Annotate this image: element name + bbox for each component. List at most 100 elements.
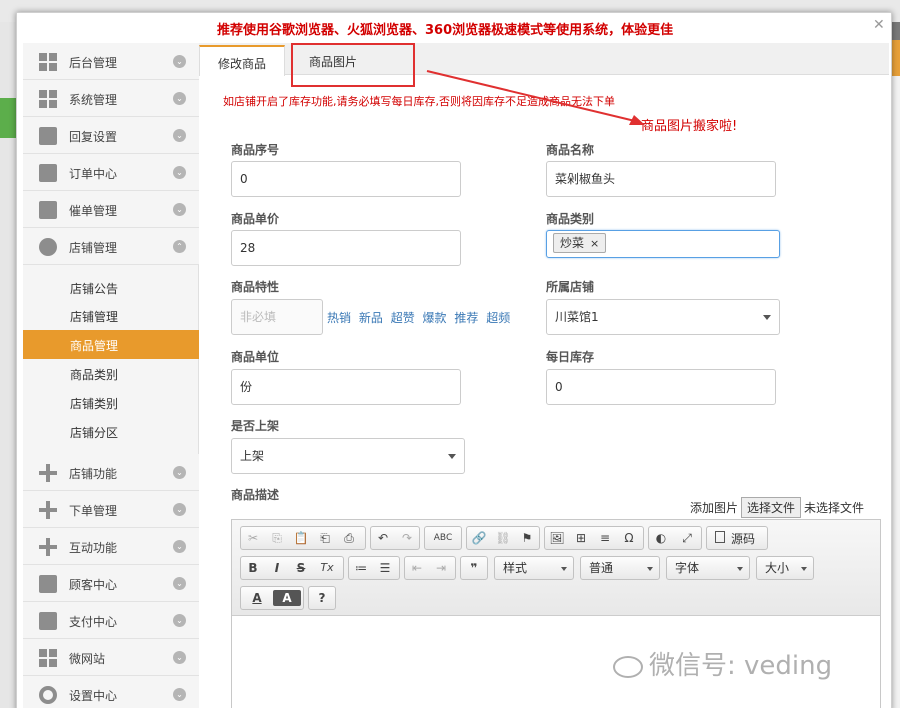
sidebar-item-backend[interactable]: 后台管理 ⌄ bbox=[23, 43, 199, 80]
stock-input[interactable]: 0 bbox=[546, 369, 776, 405]
choose-file-button[interactable]: 选择文件 bbox=[741, 497, 802, 518]
close-icon[interactable]: ✕ bbox=[873, 17, 885, 33]
grid-icon bbox=[39, 649, 57, 667]
spellcheck-icon[interactable]: ABC bbox=[427, 528, 459, 548]
sidebar-item-store[interactable]: 店铺管理 ⌃ bbox=[23, 228, 199, 265]
image-upload-row: 添加图片 选择文件 未选择文件 bbox=[690, 497, 864, 518]
sidebar-item-reply[interactable]: 回复设置 ⌄ bbox=[23, 117, 199, 154]
plus-icon bbox=[39, 501, 57, 519]
anchor-flag-icon[interactable]: ⚑ bbox=[517, 528, 537, 548]
format-dropdown[interactable]: 普通 bbox=[580, 556, 660, 580]
chevron-down-icon: ⌄ bbox=[173, 466, 186, 479]
cut-icon[interactable]: ✂ bbox=[243, 528, 263, 548]
sidebar-item-settings[interactable]: 设置中心 ⌄ bbox=[23, 676, 199, 708]
watermark: 微信号: veding bbox=[613, 645, 832, 682]
special-char-icon[interactable]: Ω bbox=[619, 528, 639, 548]
feature-link[interactable]: 爆款 bbox=[423, 311, 447, 325]
feature-link[interactable]: 超频 bbox=[486, 311, 510, 325]
sidebar-item-microsite[interactable]: 微网站 ⌄ bbox=[23, 639, 199, 676]
link-icon[interactable]: 🔗 bbox=[469, 528, 489, 548]
category-tag-input[interactable]: 炒菜 × bbox=[546, 230, 780, 258]
horizontal-rule-icon[interactable]: ≡ bbox=[595, 528, 615, 548]
add-image-label: 添加图片 bbox=[690, 501, 739, 515]
strikethrough-icon[interactable]: S bbox=[291, 558, 311, 578]
sidebar-item-system[interactable]: 系统管理 ⌄ bbox=[23, 80, 199, 117]
feature-link[interactable]: 超赞 bbox=[391, 311, 415, 325]
store-label: 所属店铺 bbox=[546, 280, 595, 294]
sidebar-item-orders[interactable]: 订单中心 ⌄ bbox=[23, 154, 199, 191]
bold-icon[interactable]: B bbox=[243, 558, 263, 578]
sidebar-item-interaction[interactable]: 互动功能 ⌄ bbox=[23, 528, 199, 565]
feature-link[interactable]: 推荐 bbox=[454, 311, 478, 325]
annotation-highlight-box bbox=[291, 43, 415, 87]
sidebar-item-reminders[interactable]: 催单管理 ⌄ bbox=[23, 191, 199, 228]
shelf-select[interactable]: 上架 bbox=[231, 438, 465, 474]
sidebar-item-store-functions[interactable]: 店铺功能 ⌄ bbox=[23, 454, 199, 491]
styles-dropdown[interactable]: 样式 bbox=[494, 556, 574, 580]
source-label: 源码 bbox=[731, 532, 756, 546]
table-icon[interactable]: ⊞ bbox=[571, 528, 591, 548]
sidebar-item-label: 订单中心 bbox=[69, 167, 118, 181]
italic-icon[interactable]: I bbox=[267, 558, 287, 578]
store-select[interactable]: 川菜馆1 bbox=[546, 299, 780, 335]
feature-link[interactable]: 热销 bbox=[327, 311, 351, 325]
maximize-icon[interactable]: ⤢ bbox=[677, 528, 697, 548]
sidebar-item-label: 店铺功能 bbox=[69, 467, 118, 481]
help-icon[interactable]: ? bbox=[312, 588, 332, 608]
unit-label: 商品单位 bbox=[231, 350, 280, 364]
wechat-icon bbox=[613, 655, 643, 678]
caret-down-icon bbox=[763, 315, 771, 320]
sidebar-sub-store-manage[interactable]: 店铺管理 bbox=[23, 301, 199, 330]
outdent-icon[interactable]: ⇤ bbox=[407, 558, 427, 578]
source-button[interactable]: 源码 bbox=[706, 526, 768, 550]
sidebar-sub-product-category[interactable]: 商品类别 bbox=[23, 359, 199, 388]
sidebar-sub-product-manage[interactable]: 商品管理 bbox=[23, 330, 199, 359]
font-dropdown[interactable]: 字体 bbox=[666, 556, 750, 580]
background-color-icon[interactable]: A bbox=[273, 590, 301, 606]
indent-icon[interactable]: ⇥ bbox=[431, 558, 451, 578]
category-tag: 炒菜 × bbox=[553, 233, 607, 253]
feature-link[interactable]: 新品 bbox=[359, 311, 383, 325]
blockquote-icon[interactable]: ❞ bbox=[464, 558, 484, 578]
text-color-icon[interactable]: A bbox=[243, 588, 271, 608]
sidebar-item-payment[interactable]: 支付中心 ⌄ bbox=[23, 602, 199, 639]
paste-word-icon[interactable]: ⎙ bbox=[339, 528, 359, 548]
paste-icon[interactable]: 📋 bbox=[291, 528, 311, 548]
caret-down-icon bbox=[561, 567, 567, 571]
sidebar-sub-announcement[interactable]: 店铺公告 bbox=[23, 273, 199, 302]
copy-icon[interactable]: ⎘ bbox=[267, 528, 287, 548]
name-label: 商品名称 bbox=[546, 143, 595, 157]
clear-format-icon[interactable]: Tx bbox=[317, 558, 337, 578]
source-icon bbox=[715, 531, 725, 543]
sidebar-item-label: 系统管理 bbox=[69, 93, 118, 107]
preview-icon[interactable]: ◐ bbox=[651, 528, 671, 548]
sidebar-item-label: 微网站 bbox=[69, 652, 106, 666]
sidebar-item-ordering[interactable]: 下单管理 ⌄ bbox=[23, 491, 199, 528]
insert-group: 🖼 ⊞ ≡ Ω bbox=[544, 526, 644, 550]
sidebar-item-customers[interactable]: 顾客中心 ⌄ bbox=[23, 565, 199, 602]
redo-icon[interactable]: ↷ bbox=[397, 528, 417, 548]
chevron-down-icon: ⌄ bbox=[173, 688, 186, 701]
size-dropdown[interactable]: 大小 bbox=[756, 556, 814, 580]
serial-input[interactable]: 0 bbox=[231, 161, 461, 197]
bullet-list-icon[interactable]: ☰ bbox=[375, 558, 395, 578]
inbox-icon bbox=[39, 575, 57, 593]
sidebar-sub-store-zone[interactable]: 店铺分区 bbox=[23, 417, 199, 446]
sidebar-sub-store-category[interactable]: 店铺类别 bbox=[23, 388, 199, 417]
unlink-icon[interactable]: ⛓ bbox=[493, 528, 513, 548]
name-input[interactable]: 菜剁椒鱼头 bbox=[546, 161, 776, 197]
sidebar-sub-label: 店铺分区 bbox=[70, 426, 119, 440]
numbered-list-icon[interactable]: ≔ bbox=[351, 558, 371, 578]
chevron-up-icon: ⌃ bbox=[173, 240, 186, 253]
image-icon[interactable]: 🖼 bbox=[547, 528, 567, 548]
chevron-down-icon: ⌄ bbox=[173, 651, 186, 664]
remove-tag-icon[interactable]: × bbox=[590, 237, 599, 250]
feature-input[interactable]: 非必填 bbox=[231, 299, 323, 335]
price-input[interactable]: 28 bbox=[231, 230, 461, 266]
font-dropdown-label: 字体 bbox=[675, 561, 700, 575]
undo-icon[interactable]: ↶ bbox=[373, 528, 393, 548]
unit-input[interactable]: 份 bbox=[231, 369, 461, 405]
paste-text-icon[interactable]: ⎗ bbox=[315, 528, 335, 548]
tab-edit-product[interactable]: 修改商品 bbox=[199, 45, 286, 76]
chevron-down-icon: ⌄ bbox=[173, 540, 186, 553]
